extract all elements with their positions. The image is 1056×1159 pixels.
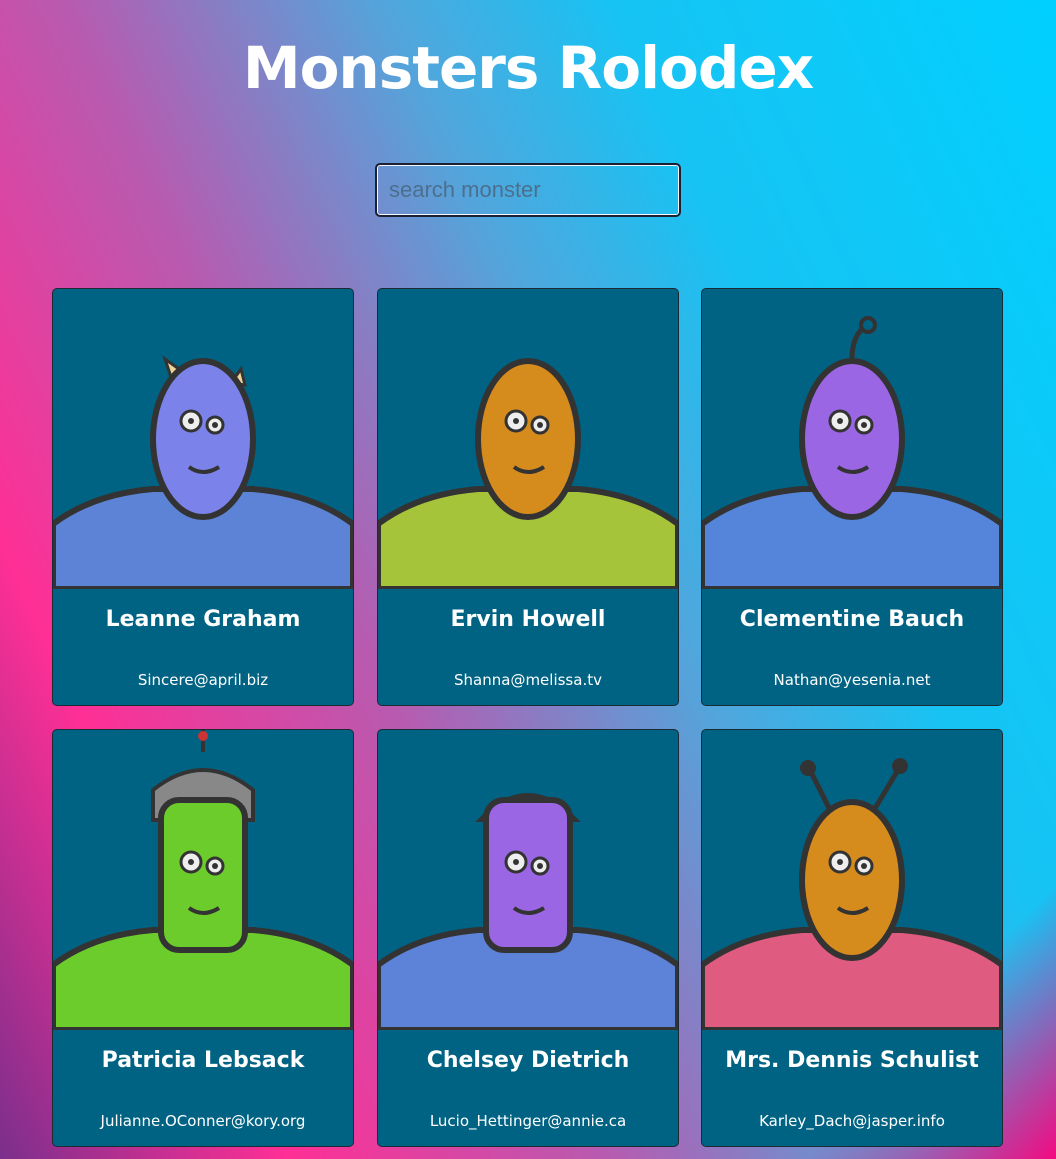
horned-monster-icon <box>53 355 353 589</box>
monster-card: Clementine Bauch Nathan@yesenia.net <box>701 288 1003 706</box>
monster-name: Ervin Howell <box>450 607 606 632</box>
search-input[interactable] <box>375 163 681 217</box>
monster-email: Karley_Dach@jasper.info <box>759 1112 945 1130</box>
monster-email: Nathan@yesenia.net <box>773 671 931 689</box>
monster-card: Chelsey Dietrich Lucio_Hettinger@annie.ca <box>377 729 679 1147</box>
antenna-monster-icon <box>702 758 1002 1030</box>
three-eyed-robot-monster-icon <box>702 316 1002 589</box>
monster-card: Leanne Graham Sincere@april.biz <box>52 288 354 706</box>
monster-card: Ervin Howell Shanna@melissa.tv <box>377 288 679 706</box>
monster-email: Julianne.OConner@kory.org <box>100 1112 306 1130</box>
monster-name: Patricia Lebsack <box>101 1048 305 1073</box>
monster-card: Patricia Lebsack Julianne.OConner@kory.or… <box>52 729 354 1147</box>
monster-email: Shanna@melissa.tv <box>454 671 602 689</box>
monster-name: Mrs. Dennis Schulist <box>725 1048 979 1073</box>
visor-monster-icon <box>378 793 678 1030</box>
helmet-monster-icon <box>53 730 353 1030</box>
monster-name: Clementine Bauch <box>739 607 965 632</box>
monster-email: Lucio_Hettinger@annie.ca <box>429 1112 627 1130</box>
page-title: Monsters Rolodex <box>242 34 814 102</box>
grinning-monster-icon <box>378 358 678 589</box>
monster-email: Sincere@april.biz <box>137 671 269 689</box>
monster-name: Chelsey Dietrich <box>426 1048 630 1073</box>
monster-name: Leanne Graham <box>105 607 301 632</box>
monster-card: Mrs. Dennis Schulist Karley_Dach@jasper.i… <box>701 729 1003 1147</box>
